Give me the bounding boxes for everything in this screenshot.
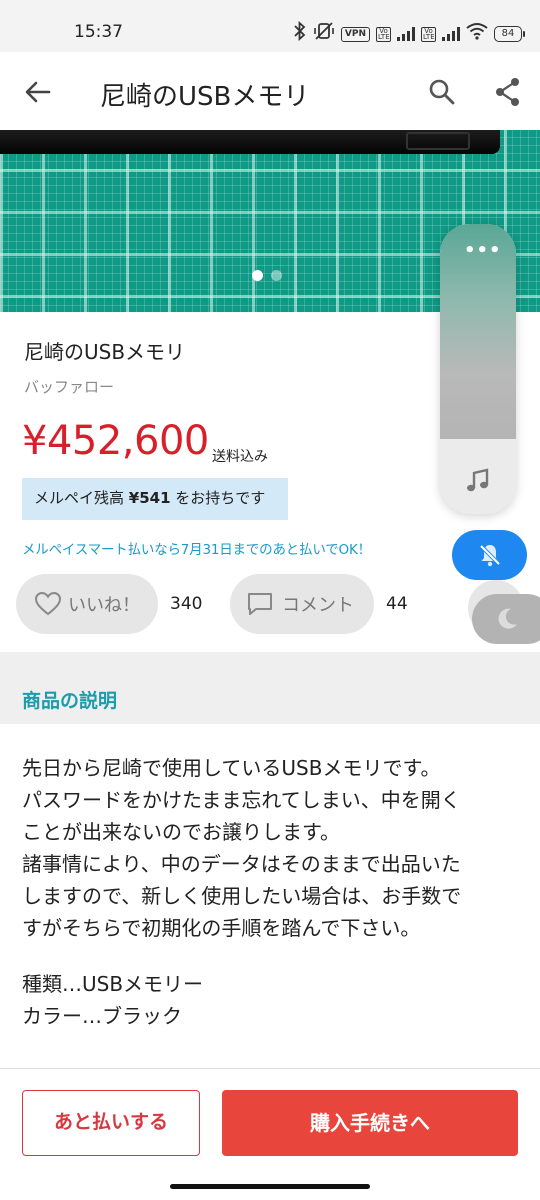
moon-icon <box>498 608 517 629</box>
shipping-label: 送料込み <box>212 449 268 465</box>
arrow-left-icon <box>25 81 51 103</box>
music-note-icon <box>467 468 489 492</box>
silent-mode-button[interactable] <box>452 530 527 580</box>
like-count: 340 <box>170 594 203 614</box>
purchase-button[interactable]: 購入手続きへ <box>222 1090 518 1156</box>
do-not-disturb-button[interactable] <box>472 594 540 644</box>
description-line: 諸事情により、中のデータはそのままで出品いた <box>22 852 461 876</box>
like-label: いいね！ <box>68 595 140 616</box>
comment-count: 44 <box>386 594 408 614</box>
bell-off-icon <box>479 544 500 567</box>
battery-icon: 84 <box>494 26 525 42</box>
merpay-balance-box: メルペイ残高 ¥541 をお持ちです <box>22 478 288 520</box>
page-title: 尼崎のUSBメモリ <box>100 82 310 112</box>
product-description: 先日から尼崎で使用しているUSBメモリです。 パスワードをかけたまま忘れてしまい… <box>22 752 522 944</box>
merpay-suffix: をお持ちです <box>170 489 266 507</box>
comment-icon <box>248 593 272 615</box>
price: ¥452,600 <box>22 418 209 464</box>
search-button[interactable] <box>422 72 462 112</box>
brand-link[interactable]: バッファロー <box>24 376 114 397</box>
merpay-balance: ¥541 <box>128 489 171 507</box>
signal-icon <box>397 27 415 41</box>
comment-label: コメント <box>282 595 354 616</box>
usb-stick-photo <box>0 130 500 154</box>
like-button[interactable]: いいね！ <box>16 574 158 634</box>
vibrate-off-icon <box>313 21 335 47</box>
signal-icon-2 <box>442 27 460 41</box>
description-line: すがそちらで初期化の手順を踏んで下さい。 <box>22 916 421 940</box>
more-options-icon[interactable]: ••• <box>464 240 502 261</box>
description-line: しますので、新しく使用したい場合は、お手数で <box>22 884 462 908</box>
description-line: 先日から尼崎で使用しているUSBメモリです。 <box>22 756 441 780</box>
spec-type: 種類…USBメモリー <box>22 972 204 996</box>
later-pay-button[interactable]: あと払いする <box>22 1090 200 1156</box>
image-pager <box>252 270 282 281</box>
back-button[interactable] <box>18 72 58 112</box>
app-bar: 尼崎のUSBメモリ <box>0 52 540 130</box>
status-icons: VPN Vo LTE Vo LTE 84 <box>293 20 525 47</box>
product-title: 尼崎のUSBメモリ <box>24 340 186 364</box>
vpn-icon: VPN <box>340 26 370 42</box>
volte-icon: Vo LTE <box>376 26 391 42</box>
share-button[interactable] <box>488 72 528 112</box>
comment-button[interactable]: コメント <box>230 574 374 634</box>
share-icon <box>496 78 519 106</box>
spec-color: カラー…ブラック <box>22 1004 182 1028</box>
merpay-prefix: メルペイ残高 <box>34 489 129 507</box>
home-indicator[interactable] <box>170 1184 370 1189</box>
pager-dot-active <box>252 270 263 281</box>
wifi-icon <box>466 22 488 46</box>
search-icon <box>429 79 455 105</box>
section-title: 商品の説明 <box>22 690 118 712</box>
product-specs: 種類…USBメモリー カラー…ブラック <box>22 968 203 1032</box>
heart-icon <box>34 591 62 616</box>
description-line: ことが出来ないのでお譲りします。 <box>22 820 340 844</box>
volume-slider[interactable]: ••• <box>440 224 516 514</box>
description-line: パスワードをかけたまま忘れてしまい、中を開く <box>22 788 461 812</box>
status-time: 15:37 <box>74 22 123 42</box>
bluetooth-icon <box>293 20 307 47</box>
smart-pay-link[interactable]: メルペイスマート払いなら7月31日までのあと払いでOK！ <box>22 538 371 558</box>
volte-icon-2: Vo LTE <box>421 26 436 42</box>
pager-dot <box>271 270 282 281</box>
status-bar: 15:37 VPN Vo LTE Vo LTE 84 <box>0 0 540 52</box>
